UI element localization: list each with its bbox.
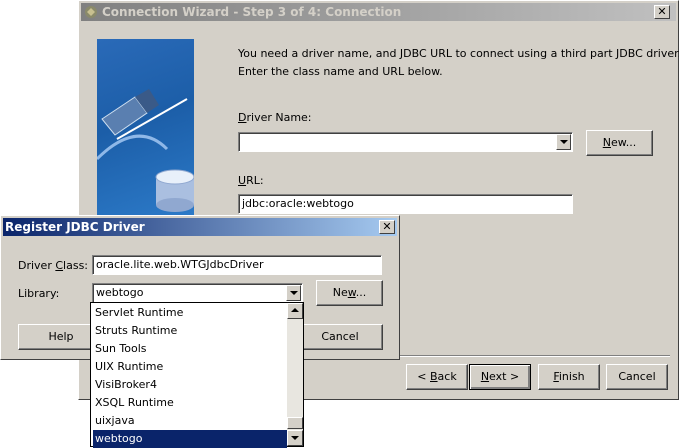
wizard-description-line2: Enter the class name and URL below. bbox=[238, 65, 443, 78]
wizard-title: Connection Wizard - Step 3 of 4: Connect… bbox=[102, 5, 402, 19]
url-mnemonic: U bbox=[238, 174, 247, 187]
register-title: Register JDBC Driver bbox=[5, 220, 145, 234]
wizard-description-line1: You need a driver name, and JDBC URL to … bbox=[238, 47, 679, 60]
next-mnemonic: N bbox=[480, 370, 490, 383]
url-label-text: RL: bbox=[246, 174, 264, 187]
library-option[interactable]: XSQL Runtime bbox=[93, 394, 287, 412]
back-label: ack bbox=[437, 370, 457, 383]
register-title-bar[interactable]: Register JDBC Driver ✕ bbox=[3, 218, 397, 236]
register-new-button[interactable]: New... bbox=[316, 280, 383, 306]
wizard-new-driver-button[interactable]: New... bbox=[586, 130, 653, 156]
register-cancel-button[interactable]: Cancel bbox=[297, 324, 383, 350]
back-prefix: < bbox=[417, 370, 430, 383]
driver-class-input[interactable]: oracle.lite.web.WTGJdbcDriver bbox=[92, 255, 382, 275]
library-scrollbar[interactable] bbox=[287, 303, 303, 446]
back-mnemonic: B bbox=[430, 370, 438, 383]
library-label: Library: bbox=[18, 287, 60, 300]
wizard-app-icon bbox=[84, 5, 98, 19]
next-button[interactable]: Next > bbox=[469, 364, 531, 390]
library-option[interactable]: VisiBroker4 bbox=[93, 376, 287, 394]
wizard-new-label: ew... bbox=[610, 136, 637, 149]
wizard-illustration bbox=[97, 39, 194, 216]
driver-class-mnemonic: C bbox=[55, 259, 64, 272]
wizard-new-mnemonic: N bbox=[602, 136, 611, 149]
finish-button[interactable]: Finish bbox=[538, 364, 600, 390]
library-value: webtogo bbox=[96, 286, 144, 299]
driver-class-label-pre: Driver bbox=[18, 259, 56, 272]
library-combobox[interactable]: webtogo bbox=[92, 283, 303, 303]
library-option[interactable]: uixjava bbox=[93, 412, 287, 430]
url-input[interactable]: jdbc:oracle:webtogo bbox=[238, 194, 573, 214]
url-label: URL: bbox=[238, 174, 264, 187]
close-icon: ✕ bbox=[657, 5, 667, 18]
driver-name-label-text: river Name: bbox=[246, 111, 312, 124]
wizard-cancel-button[interactable]: Cancel bbox=[606, 364, 668, 390]
scroll-up-button[interactable] bbox=[287, 303, 303, 319]
library-option[interactable]: Sun Tools bbox=[93, 340, 287, 358]
wizard-title-bar[interactable]: Connection Wizard - Step 3 of 4: Connect… bbox=[81, 3, 676, 21]
driver-name-combobox[interactable] bbox=[238, 132, 573, 152]
scroll-thumb[interactable] bbox=[287, 417, 303, 429]
library-option[interactable]: UIX Runtime bbox=[93, 358, 287, 376]
next-label: ext > bbox=[489, 370, 520, 383]
library-option[interactable]: Servlet Runtime bbox=[93, 304, 287, 322]
library-option[interactable]: Struts Runtime bbox=[93, 322, 287, 340]
wizard-close-button[interactable]: ✕ bbox=[654, 5, 670, 19]
finish-label: inish bbox=[558, 370, 585, 383]
driver-name-label: Driver Name: bbox=[238, 111, 312, 124]
register-new-post: ... bbox=[355, 286, 367, 299]
library-option[interactable]: webtogo bbox=[93, 430, 287, 448]
driver-class-label-post: lass: bbox=[63, 259, 89, 272]
register-new-pre: Ne bbox=[332, 286, 348, 299]
library-dropdown-button[interactable] bbox=[286, 285, 301, 301]
register-close-button[interactable]: ✕ bbox=[379, 220, 395, 234]
library-dropdown-list[interactable]: Servlet Runtime Struts Runtime Sun Tools UI… bbox=[90, 302, 304, 448]
driver-class-label: Driver Class: bbox=[18, 259, 88, 272]
database-connector-icon bbox=[97, 89, 194, 212]
close-icon: ✕ bbox=[382, 220, 392, 233]
back-button[interactable]: < Back bbox=[406, 364, 468, 390]
driver-name-dropdown-button[interactable] bbox=[556, 134, 571, 150]
scroll-down-button[interactable] bbox=[287, 430, 303, 446]
register-new-mnemonic: w bbox=[347, 286, 356, 299]
